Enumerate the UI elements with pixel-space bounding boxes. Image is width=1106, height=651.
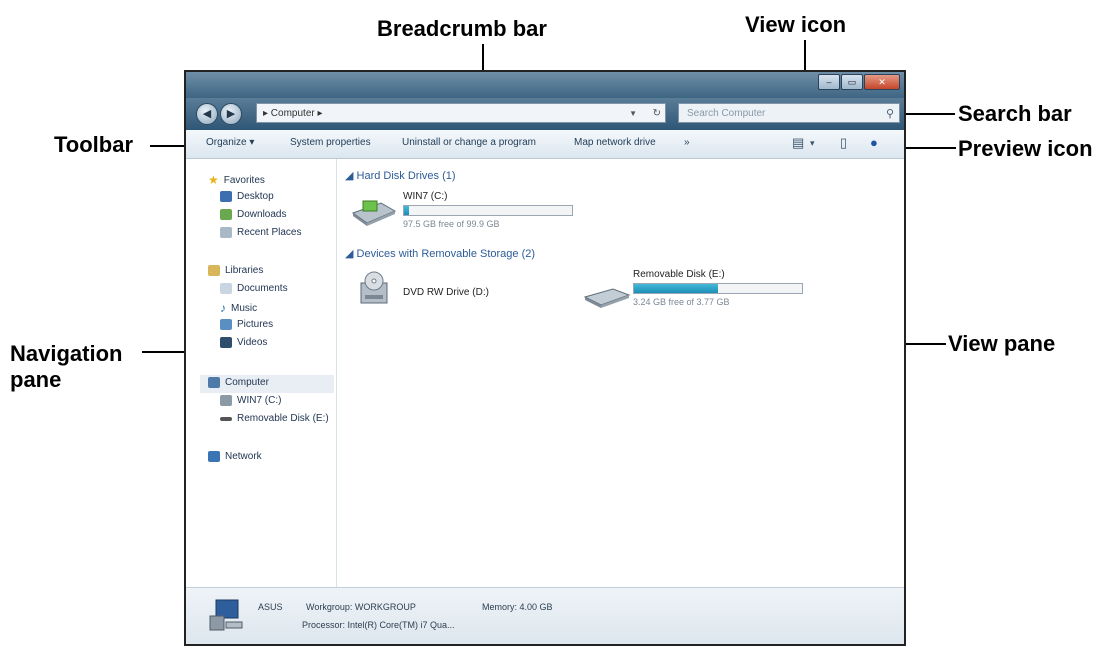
nav-videos[interactable]: Videos [220,337,267,348]
pc-name: ASUS [258,602,283,612]
group-header-removable-storage[interactable]: ◢ Devices with Removable Storage (2) [345,247,535,260]
desktop-icon [220,191,232,202]
nav-removable-label: Removable Disk (E:) [237,413,329,424]
nav-downloads-label: Downloads [237,209,287,220]
c-drive-usage-bar [403,205,573,216]
callout-navigation-pane: Navigation pane [10,341,123,392]
nav-desktop-label: Desktop [237,191,274,202]
nav-music-label: Music [231,302,258,314]
recent-places-icon [220,227,232,238]
dvd-drive-icon[interactable] [355,269,395,314]
nav-recent-places[interactable]: Recent Places [220,227,301,238]
libraries-icon [208,265,220,276]
toolbar: Organize ▾ System properties Uninstall o… [186,130,904,159]
nav-pictures[interactable]: Pictures [220,319,273,330]
nav-removable-disk[interactable]: Removable Disk (E:) [220,413,329,424]
close-icon[interactable]: ✕ [864,74,900,90]
map-network-drive-button[interactable]: Map network drive [574,137,656,148]
address-row: ◀ ▶ ▸ Computer ▸ ▼ ↻ Search Computer ⚲ [186,98,904,130]
view-icon[interactable]: ▤ [792,135,804,151]
preview-icon[interactable]: ▯ [840,135,847,151]
search-placeholder: Search Computer [687,108,766,119]
view-options-chevron-icon[interactable]: ▾ [810,138,815,149]
music-icon: ♪ [220,301,226,315]
title-bar: – ▭ ✕ [186,72,904,98]
nav-documents[interactable]: Documents [220,283,288,294]
memory-text: Memory: 4.00 GB [482,602,553,612]
nav-favorites[interactable]: ★ Favorites [208,173,265,187]
nav-documents-label: Documents [237,283,288,294]
nav-network-label: Network [225,451,262,462]
removable-disk-icon [220,416,232,421]
collapse-arrow-icon[interactable]: ◢ [345,248,357,260]
nav-music[interactable]: ♪ Music [220,301,257,315]
nav-computer-label: Computer [225,377,269,388]
search-input[interactable]: Search Computer ⚲ [678,103,900,123]
chevron-down-icon[interactable]: ▼ [629,104,637,124]
callout-view-pane: View pane [948,331,1056,356]
downloads-icon [220,209,232,220]
videos-icon [220,337,232,348]
hdd-header-label: Hard Disk Drives (1) [356,170,456,182]
removable-disk-drive-icon[interactable] [583,283,631,314]
workgroup-text: Workgroup: WORKGROUP [306,602,416,612]
star-icon: ★ [208,173,219,187]
nav-libraries-label: Libraries [225,265,264,276]
removable-disk-name[interactable]: Removable Disk (E:) [633,269,725,280]
maximize-icon[interactable]: ▭ [841,74,863,90]
callout-breadcrumb-bar: Breadcrumb bar [377,16,547,41]
more-options-button[interactable]: » [684,137,690,148]
callout-toolbar: Toolbar [54,132,134,157]
minimize-icon[interactable]: – [818,74,840,90]
nav-c-drive-label: WIN7 (C:) [237,395,282,406]
nav-libraries[interactable]: Libraries [208,265,263,276]
help-icon[interactable]: ● [870,135,878,150]
breadcrumb-text: ▸ Computer ▸ [263,108,323,119]
navigation-pane: ★ Favorites Desktop Downloads Recent Pla… [186,159,337,587]
removable-disk-usage-fill [634,284,718,293]
pictures-icon [220,319,232,330]
computer-large-icon [206,598,246,637]
removable-disk-space: 3.24 GB free of 3.77 GB [633,297,730,307]
breadcrumb-bar[interactable]: ▸ Computer ▸ ▼ ↻ [256,103,666,123]
documents-icon [220,283,232,294]
nav-computer[interactable]: Computer [208,377,269,388]
nav-desktop[interactable]: Desktop [220,191,274,202]
computer-icon [208,377,220,388]
network-icon [208,451,220,462]
nav-recent-label: Recent Places [237,227,302,238]
hard-drive-icon [220,395,232,406]
hard-drive-c-icon[interactable] [351,193,397,232]
c-drive-space: 97.5 GB free of 99.9 GB [403,219,500,229]
nav-favorites-label: Favorites [223,174,265,186]
removable-disk-usage-bar [633,283,803,294]
nav-downloads[interactable]: Downloads [220,209,286,220]
explorer-window: – ▭ ✕ ◀ ▶ ▸ Computer ▸ ▼ ↻ Search Comput… [184,70,906,646]
collapse-arrow-icon[interactable]: ◢ [345,170,357,182]
nav-videos-label: Videos [237,337,268,348]
nav-network[interactable]: Network [208,451,262,462]
callout-preview-icon: Preview icon [958,136,1093,161]
system-properties-button[interactable]: System properties [290,137,371,148]
forward-button[interactable]: ▶ [220,103,242,125]
group-header-hard-disk-drives[interactable]: ◢ Hard Disk Drives (1) [345,169,456,182]
organize-button[interactable]: Organize ▾ [206,137,254,148]
uninstall-program-button[interactable]: Uninstall or change a program [402,137,536,148]
view-pane: ◢ Hard Disk Drives (1) WIN7 (C:) 97.5 GB… [337,159,904,587]
nav-pictures-label: Pictures [237,319,274,330]
removable-header-label: Devices with Removable Storage (2) [356,248,536,260]
back-button[interactable]: ◀ [196,103,218,125]
c-drive-usage-fill [404,206,410,215]
callout-search-bar: Search bar [958,101,1072,126]
refresh-icon[interactable]: ↻ [653,104,661,124]
window-controls: – ▭ ✕ [818,74,900,90]
processor-text: Processor: Intel(R) Core(TM) i7 Qua... [302,620,455,630]
search-icon[interactable]: ⚲ [886,104,894,124]
nav-c-drive[interactable]: WIN7 (C:) [220,395,281,406]
callout-view-icon: View icon [745,12,847,37]
details-pane: ASUS Workgroup: WORKGROUP Memory: 4.00 G… [186,587,904,644]
c-drive-name[interactable]: WIN7 (C:) [403,191,447,202]
dvd-drive-name[interactable]: DVD RW Drive (D:) [403,287,489,298]
